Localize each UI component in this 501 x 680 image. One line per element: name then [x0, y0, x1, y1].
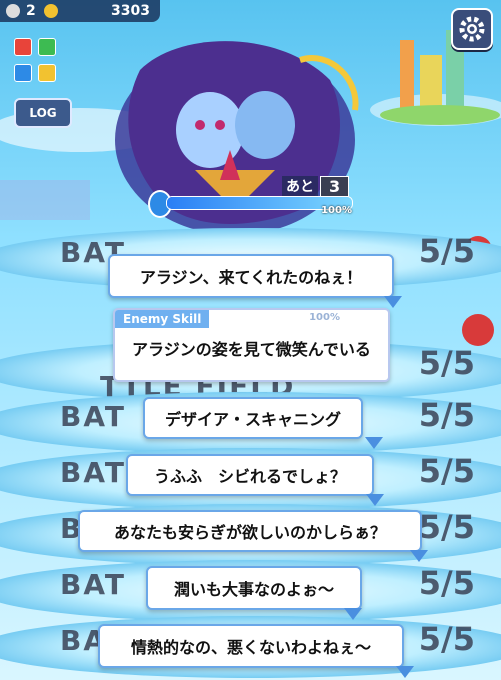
enemy-skill-text: アラジンの姿を見て微笑んでいる — [132, 340, 371, 359]
game-scene: 2 3303 LOG あと 3 100% BAT 5/5 TTLE FIELD … — [0, 0, 501, 680]
battle-field-label: BAT — [60, 456, 126, 489]
bubble-text: うふふ シビれるでしょ？ — [153, 467, 346, 486]
bubble-pointer — [344, 608, 362, 620]
wood-element-icon — [38, 38, 56, 56]
speech-bubble[interactable]: 潤いも大事なのよぉ～ — [146, 566, 362, 620]
bubble-pointer — [384, 296, 402, 308]
stage-label: 5/5 — [418, 564, 475, 602]
gear-icon — [459, 16, 485, 42]
speech-bubble[interactable]: アラジン、来てくれたのねぇ！ — [108, 254, 402, 308]
settings-button[interactable] — [451, 8, 493, 50]
light-element-icon — [38, 64, 56, 82]
stage-label: 5/5 — [418, 396, 475, 434]
bubble-pointer — [410, 550, 428, 562]
coin-count: 3303 — [111, 3, 150, 19]
bubble-text: 潤いも大事なのよぉ～ — [173, 580, 334, 599]
bubble-pointer — [396, 666, 414, 678]
speech-bubble[interactable]: うふふ シビれるでしょ？ — [126, 454, 384, 506]
speech-bubble[interactable]: 情熱的なの、悪くないわよねぇ～ — [98, 624, 414, 678]
bubble-text: 情熱的なの、悪くないわよねぇ～ — [130, 638, 371, 657]
hp-percent: 100% — [321, 205, 352, 216]
stage-label: 5/5 — [418, 620, 475, 658]
bubble-text: デザイア・スキャニング — [164, 410, 341, 429]
speech-bubble[interactable]: あなたも安らぎが欲しいのかしらぁ？ — [78, 510, 428, 562]
item-count: 2 — [26, 3, 36, 19]
egg-icon — [6, 4, 20, 18]
enemy-skill-tag: Enemy Skill — [115, 310, 210, 328]
battle-field-label: BAT — [60, 568, 126, 601]
log-button[interactable]: LOG — [14, 98, 72, 128]
stage-label: 5/5 — [418, 232, 475, 270]
fire-element-icon — [14, 38, 32, 56]
coin-icon — [43, 4, 58, 18]
element-wheel — [12, 36, 68, 88]
speech-bubble[interactable]: デザイア・スキャニング — [143, 397, 383, 449]
bubble-pointer — [365, 437, 383, 449]
enemy-skill-panel[interactable]: Enemy Skill 100% アラジンの姿を見て微笑んでいる — [113, 308, 390, 382]
stage-label: 5/5 — [418, 508, 475, 546]
bubble-text: あなたも安らぎが欲しいのかしらぁ？ — [113, 523, 386, 542]
water-element-icon — [14, 64, 32, 82]
stage-label: 5/5 — [418, 452, 475, 490]
battle-field-label: BAT — [60, 400, 126, 433]
top-hud: 2 3303 — [0, 0, 160, 22]
bubble-pointer — [366, 494, 384, 506]
boss-hp-bar: 100% — [148, 186, 356, 218]
enemy-skill-hp: 100% — [309, 312, 340, 323]
bubble-text: アラジン、来てくれたのねぇ！ — [139, 268, 363, 287]
stage-label: 5/5 — [418, 344, 475, 382]
